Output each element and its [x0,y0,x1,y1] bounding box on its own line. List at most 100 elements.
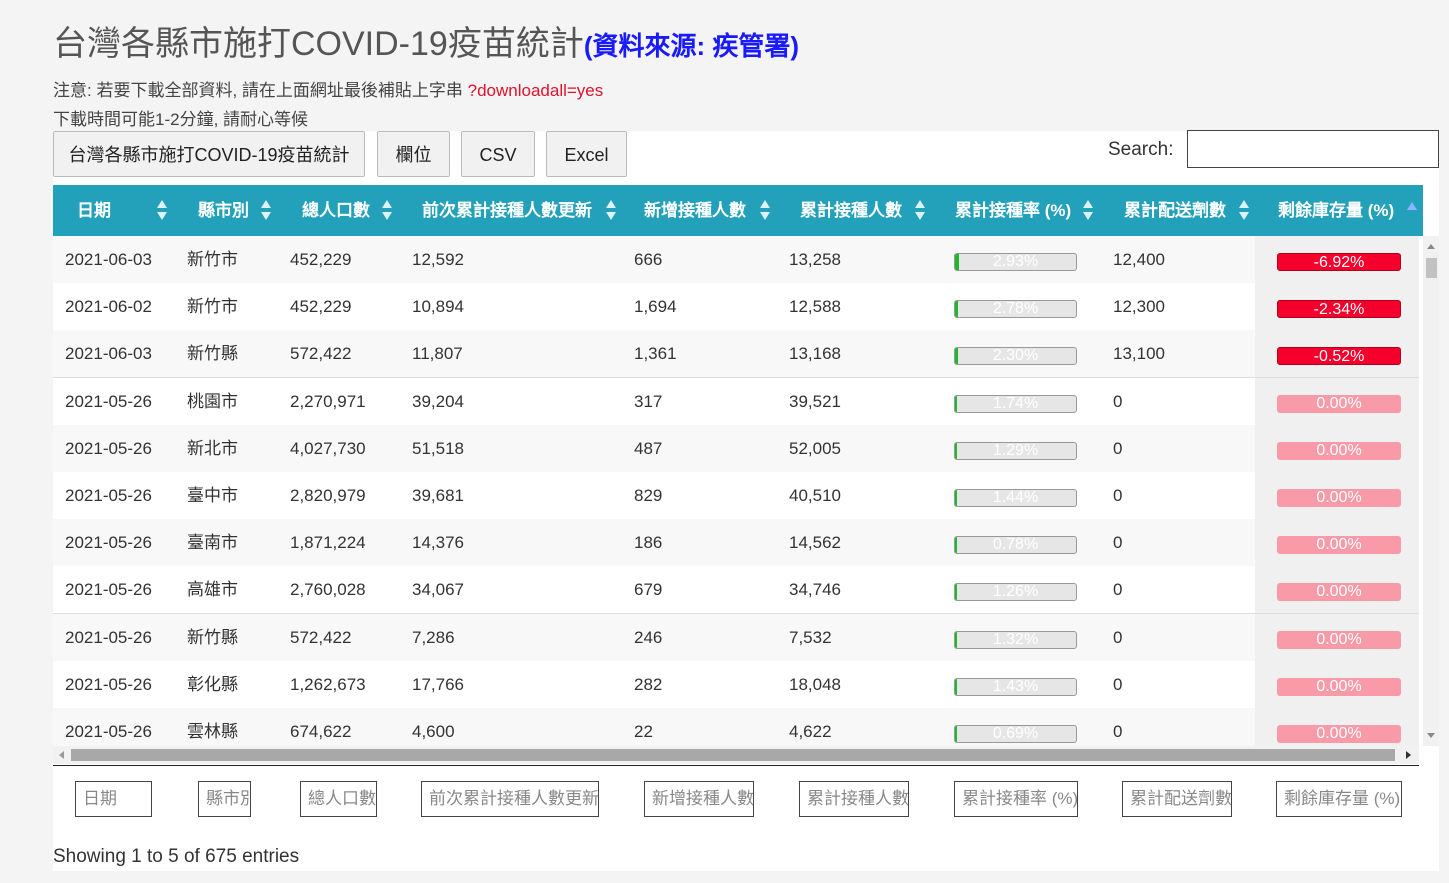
stock-label: 0.00% [1316,631,1362,648]
title-text: 台灣各縣市施打COVID-19疫苗統計 [53,25,584,63]
horizontal-scrollbar[interactable] [53,746,1419,764]
stock-label: -0.52% [1313,348,1365,365]
cell-total: 13,258 [789,250,841,269]
cell-new: 22 [634,722,653,741]
excel-button[interactable]: Excel [546,131,627,177]
filter-rate[interactable]: 累計接種率 (%) [954,781,1078,817]
scroll-down-icon[interactable] [1427,733,1435,738]
col-header-city[interactable]: 縣市別 [198,185,249,236]
filter-date[interactable]: 日期 [75,781,152,817]
sort-icon[interactable] [1239,200,1249,222]
rate-label: 2.78% [992,300,1039,317]
cell-total: 14,562 [789,533,841,552]
stock-bar: -0.52% [1277,347,1401,365]
rate-progress-bar: 2.93% [954,253,1077,271]
table-row[interactable]: 2021-05-26 新北市 4,027,730 51,518 487 52,005 0 1.… [53,425,1419,473]
cell-pop: 572,422 [290,628,352,647]
col-header-date[interactable]: 日期 [77,185,111,236]
cell-new: 246 [634,628,663,647]
cell-prev: 14,376 [412,533,464,552]
col-header-delivered[interactable]: 累計配送劑數 [1124,185,1226,236]
cell-city: 臺中市 [187,486,238,505]
scroll-left-icon[interactable] [59,751,64,759]
sort-icon[interactable] [261,200,271,222]
stock-label: 0.00% [1316,725,1362,742]
col-header-new[interactable]: 新增接種人數 [644,185,746,236]
stock-bar: 0.00% [1277,725,1401,743]
stock-label: 0.00% [1316,442,1362,459]
cell-new: 666 [634,250,663,269]
table-row[interactable]: 2021-05-26 臺南市 1,871,224 14,376 186 14,562 0 0.… [53,519,1419,567]
col-header-rate[interactable]: 累計接種率 (%) [955,185,1071,236]
cell-delivered: 0 [1113,722,1123,741]
cell-city: 臺南市 [187,533,238,552]
filter-population[interactable]: 總人口數 [300,781,377,817]
table-header: 日期 縣市別 總人口數 前次累計接種人數更新 新增接種人數 累計接種人數 累計接… [53,185,1423,236]
col-header-stock[interactable]: 剩餘庫存量 (%) [1278,185,1394,236]
cell-prev: 39,681 [412,486,464,505]
cell-city: 桃園市 [187,392,238,411]
download-notice: 注意: 若要下載全部資料, 請在上面網址最後補貼上字串 ?downloadall… [53,76,603,101]
page: 台灣各縣市施打COVID-19疫苗統計(資料來源: 疾管署) 注意: 若要下載全… [53,0,1439,883]
page-title: 台灣各縣市施打COVID-19疫苗統計(資料來源: 疾管署) [53,16,799,65]
col-header-population[interactable]: 總人口數 [302,185,370,236]
sort-icon[interactable] [606,200,616,222]
table-row[interactable]: 2021-05-26 新竹縣 572,422 7,286 246 7,532 0 1.32% 0… [53,614,1419,662]
stock-bar: 0.00% [1277,489,1401,507]
stock-label: -6.92% [1313,254,1365,271]
filter-total[interactable]: 累計接種人數 [799,781,909,817]
columns-button[interactable]: 欄位 [377,131,450,177]
table-row[interactable]: 2021-06-03 新竹市 452,229 12,592 666 13,258 12,40… [53,236,1419,284]
sort-icon[interactable] [760,200,770,222]
csv-button[interactable]: CSV [461,131,535,177]
sort-asc-icon[interactable] [1407,202,1417,224]
sort-icon[interactable] [915,200,925,222]
entries-info: Showing 1 to 5 of 675 entries [53,846,300,867]
table-row[interactable]: 2021-05-26 桃園市 2,270,971 39,204 317 39,521 0 1.… [53,378,1419,426]
sort-icon[interactable] [1083,200,1093,222]
col-header-total[interactable]: 累計接種人數 [800,185,902,236]
table-body: 2021-06-03 新竹市 452,229 12,592 666 13,258 12,40… [53,236,1419,746]
table-row[interactable]: 2021-05-26 臺中市 2,820,979 39,681 829 40,510 0 1.… [53,472,1419,520]
cell-date: 2021-05-26 [65,580,152,599]
table-row[interactable]: 2021-05-26 彰化縣 1,262,673 17,766 282 18,048 0 1.… [53,661,1419,709]
stock-label: 0.00% [1316,583,1362,600]
rate-label: 1.32% [992,631,1039,648]
scroll-right-icon[interactable] [1406,751,1411,759]
table-row[interactable]: 2021-06-03 新竹縣 572,422 11,807 1,361 13,168 13,… [53,330,1419,378]
filter-stock[interactable]: 剩餘庫存量 (%) [1276,781,1402,817]
cell-city: 雲林縣 [187,722,238,741]
title-export-button[interactable]: 台灣各縣市施打COVID-19疫苗統計 [53,131,365,177]
cell-total: 12,588 [789,297,841,316]
stock-bar: -2.34% [1277,300,1401,318]
scroll-up-icon[interactable] [1427,244,1435,249]
scroll-thumb[interactable] [71,749,1395,761]
sort-icon[interactable] [157,200,167,222]
scroll-thumb[interactable] [1426,258,1437,278]
cell-prev: 11,807 [412,344,463,363]
rate-progress-bar: 0.69% [954,725,1077,743]
stock-label: 0.00% [1316,489,1362,506]
col-header-prev-total[interactable]: 前次累計接種人數更新 [422,185,592,236]
download-time-notice: 下載時間可能1-2分鐘, 請耐心等候 [53,110,309,129]
vertical-scrollbar[interactable] [1423,236,1439,746]
cell-date: 2021-05-26 [65,533,152,552]
table-row[interactable]: 2021-05-26 高雄市 2,760,028 34,067 679 34,746 0 1.… [53,566,1419,614]
filter-city[interactable]: 縣市別 [198,781,251,817]
cell-city: 新北市 [187,439,238,458]
search-input[interactable] [1187,130,1439,168]
filter-delivered[interactable]: 累計配送劑數 [1122,781,1232,817]
stock-label: 0.00% [1316,395,1362,412]
cell-date: 2021-05-26 [65,628,152,647]
filter-prev-total[interactable]: 前次累計接種人數更新 [421,781,599,817]
sort-icon[interactable] [382,200,392,222]
table-row[interactable]: 2021-05-26 雲林縣 674,622 4,600 22 4,622 0 0.69% 0.… [53,708,1419,746]
download-param: ?downloadall=yes [467,81,604,100]
filter-new[interactable]: 新增接種人數 [644,781,754,817]
cell-pop: 452,229 [290,297,352,316]
cell-pop: 2,820,979 [290,486,366,505]
cell-delivered: 0 [1113,628,1123,647]
cell-date: 2021-06-03 [65,250,152,269]
table-row[interactable]: 2021-06-02 新竹市 452,229 10,894 1,694 12,588 12,… [53,283,1419,331]
stock-bar: 0.00% [1277,536,1401,554]
